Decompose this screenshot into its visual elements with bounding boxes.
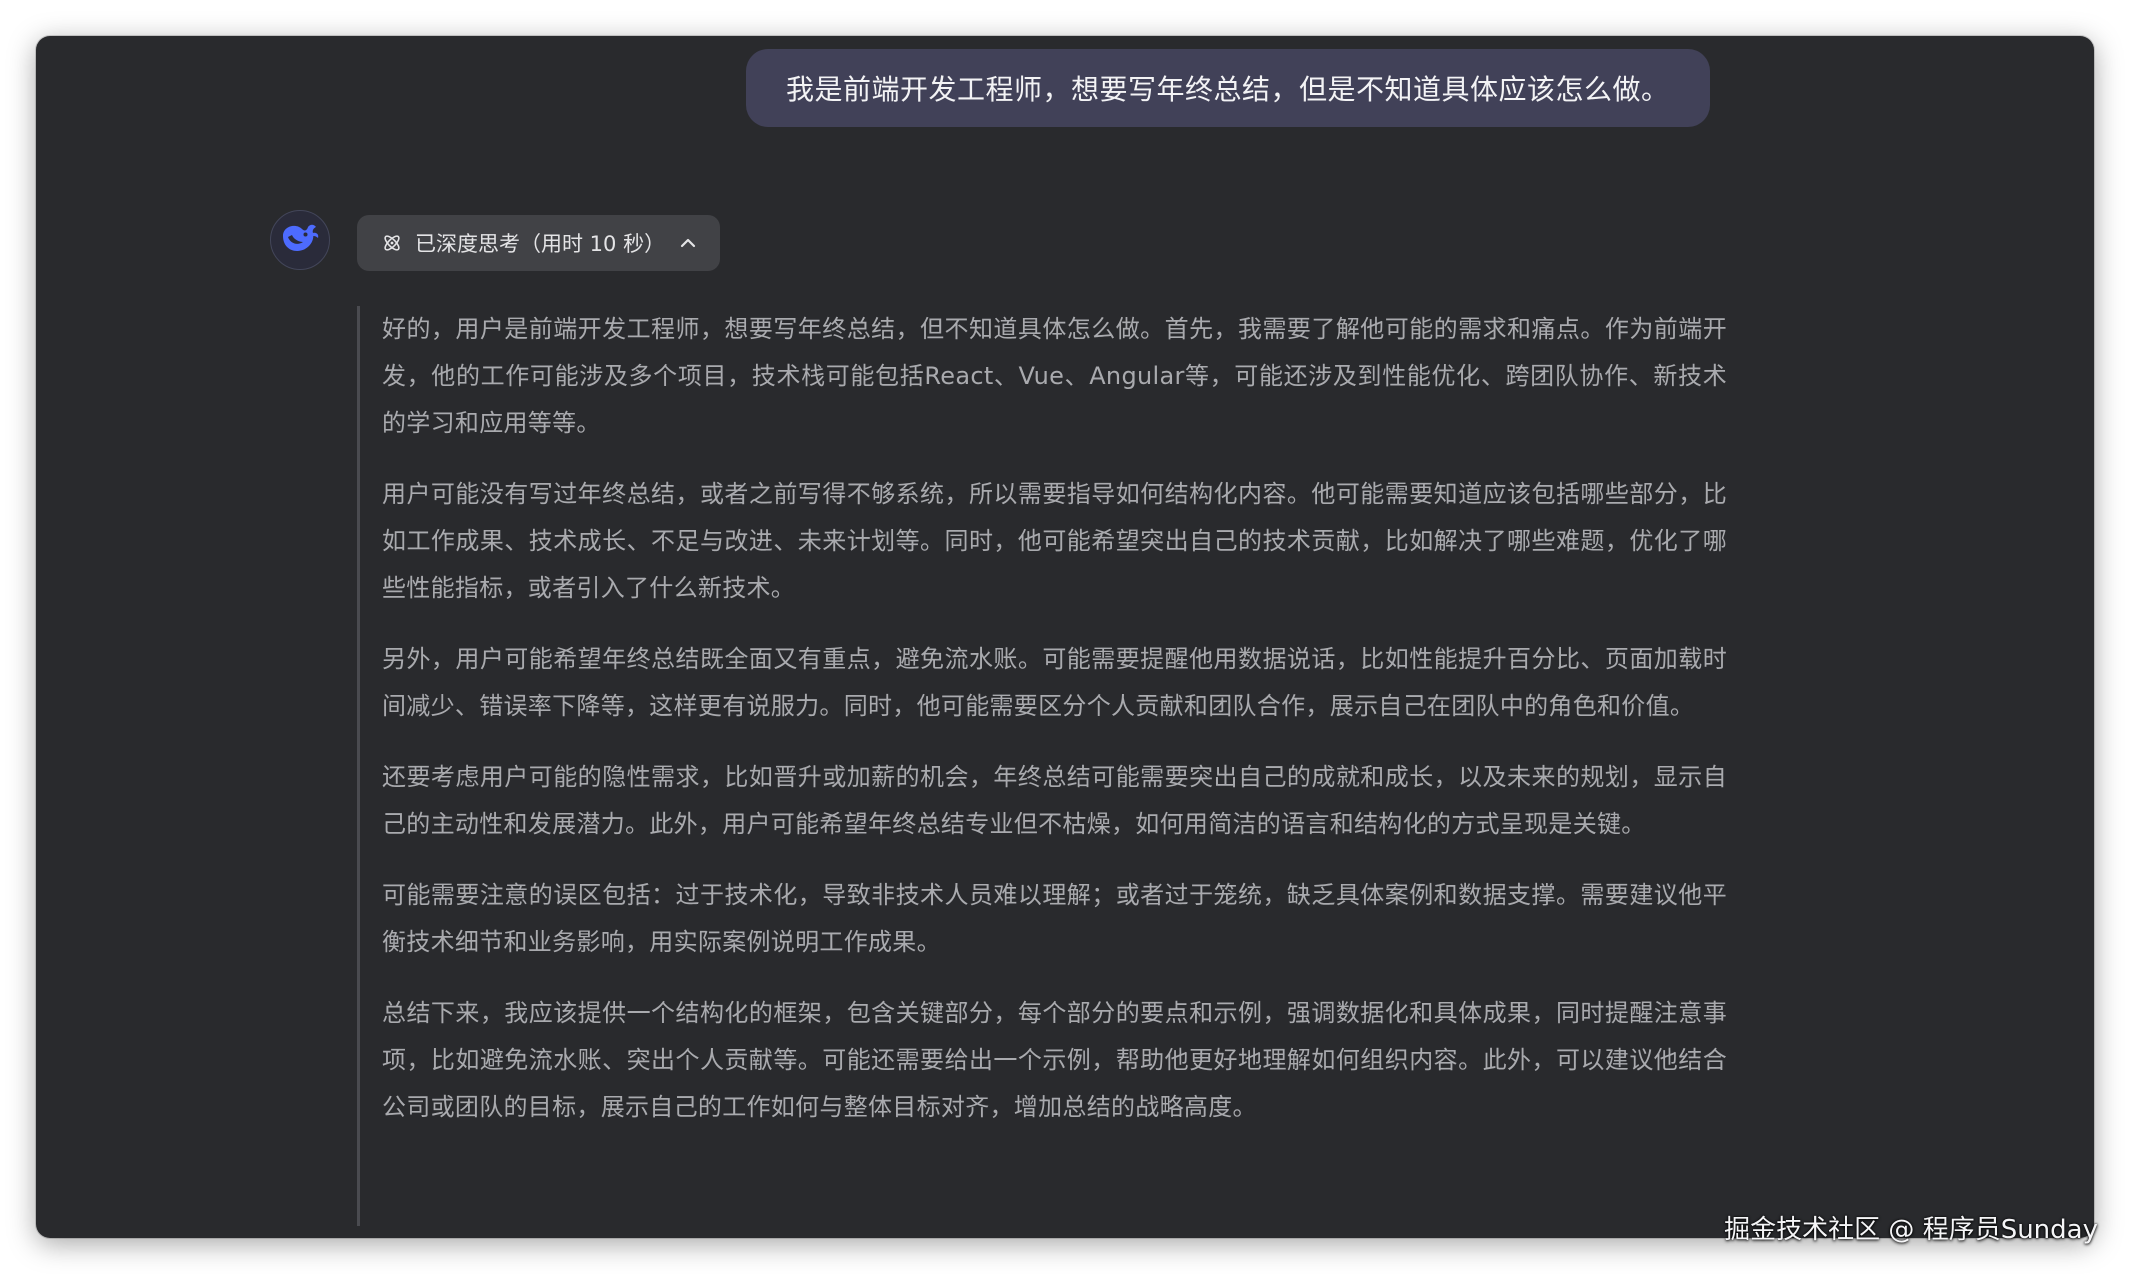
- deep-think-toggle-button[interactable]: 已深度思考（用时 10 秒）: [357, 215, 720, 271]
- chat-window: 我是前端开发工程师，想要写年终总结，但是不知道具体应该怎么做。 已深度思考（用时…: [36, 36, 2094, 1238]
- thinking-paragraph: 另外，用户可能希望年终总结既全面又有重点，避免流水账。可能需要提醒他用数据说话，…: [382, 645, 1727, 720]
- assistant-avatar: [270, 210, 330, 270]
- chevron-up-icon: [679, 237, 697, 249]
- deep-think-label: 已深度思考（用时 10 秒）: [415, 232, 666, 256]
- watermark: 掘金技术社区 @ 程序员Sunday: [1724, 1215, 2098, 1245]
- user-message-text: 我是前端开发工程师，想要写年终总结，但是不知道具体应该怎么做。: [786, 73, 1670, 106]
- thinking-paragraph: 总结下来，我应该提供一个结构化的框架，包含关键部分，每个部分的要点和示例，强调数…: [382, 999, 1727, 1121]
- thinking-paragraph: 好的，用户是前端开发工程师，想要写年终总结，但不知道具体怎么做。首先，我需要了解…: [382, 315, 1727, 437]
- thinking-paragraph: 可能需要注意的误区包括：过于技术化，导致非技术人员难以理解；或者过于笼统，缺乏具…: [382, 881, 1727, 956]
- atom-icon: [381, 232, 403, 254]
- thinking-paragraph: 还要考虑用户可能的隐性需求，比如晋升或加薪的机会，年终总结可能需要突出自己的成就…: [382, 763, 1727, 838]
- user-message-bubble: 我是前端开发工程师，想要写年终总结，但是不知道具体应该怎么做。: [746, 49, 1710, 127]
- thinking-content: 好的，用户是前端开发工程师，想要写年终总结，但不知道具体怎么做。首先，我需要了解…: [357, 306, 1727, 1226]
- thinking-paragraph: 用户可能没有写过年终总结，或者之前写得不够系统，所以需要指导如何结构化内容。他可…: [382, 480, 1727, 602]
- deepseek-whale-icon: [280, 221, 320, 259]
